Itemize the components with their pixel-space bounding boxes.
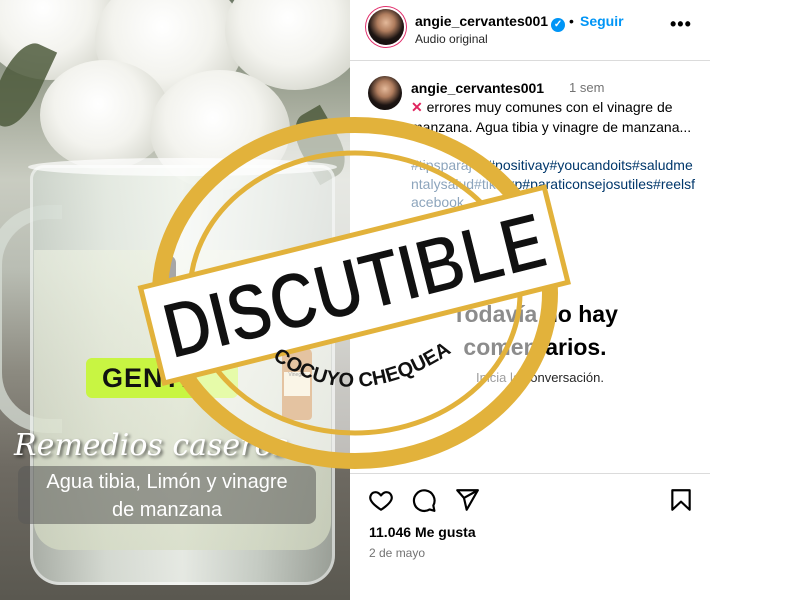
divider (350, 60, 710, 61)
caption-time: 1 sem (569, 80, 605, 95)
hashtags[interactable]: #tipsparajep#positivay#youcandoits#salud… (411, 156, 696, 212)
ingredients-line-2: de manzana (111, 499, 223, 521)
flower (40, 60, 170, 170)
more-options-icon[interactable]: ••• (670, 14, 692, 35)
page-margin (710, 0, 800, 600)
caption-avatar[interactable] (368, 76, 402, 110)
divider (350, 473, 710, 474)
bookmark-icon[interactable] (668, 487, 694, 513)
cross-mark-icon: ✕ (411, 99, 423, 115)
username-text[interactable]: angie_cervantes001 (415, 13, 548, 29)
caption-text: ✕ errores muy comunes con el vinagre de … (411, 98, 696, 137)
vinegar-label: Vinegar (284, 372, 310, 396)
separator-dot: • (569, 13, 574, 29)
media-title: Remedios caseros (14, 428, 288, 463)
caption-username[interactable]: angie_cervantes001 (411, 80, 544, 96)
ingredients-line-1: Agua tibia, Limón y vinagre (46, 471, 288, 493)
start-conversation-text: Inicia la conversación. (476, 370, 604, 385)
comment-icon[interactable] (411, 487, 437, 513)
mug-rim (28, 158, 337, 176)
caption-body: errores muy comunes con el vinagre de ma… (411, 99, 692, 135)
gente-label: GENTE (86, 358, 238, 398)
avatar[interactable] (368, 9, 404, 45)
post-media[interactable]: GENTE Vinegar Remedios caseros Agua tibi… (0, 0, 350, 600)
media-ingredients: Agua tibia, Limón y vinagre de manzana (18, 466, 316, 524)
person-sticker (160, 255, 176, 281)
no-comments-heading: Todavía no hay comentarios. (452, 301, 618, 360)
verified-badge-icon: ✓ (551, 18, 566, 32)
post-date[interactable]: 2 de mayo (369, 546, 425, 560)
header-username[interactable]: angie_cervantes001 ✓ (415, 13, 566, 32)
heart-icon[interactable] (368, 487, 394, 513)
audio-label[interactable]: Audio original (415, 32, 488, 46)
likes-count[interactable]: 11.046 Me gusta (369, 524, 476, 540)
follow-button[interactable]: Seguir (580, 13, 624, 29)
share-icon[interactable] (454, 487, 480, 513)
